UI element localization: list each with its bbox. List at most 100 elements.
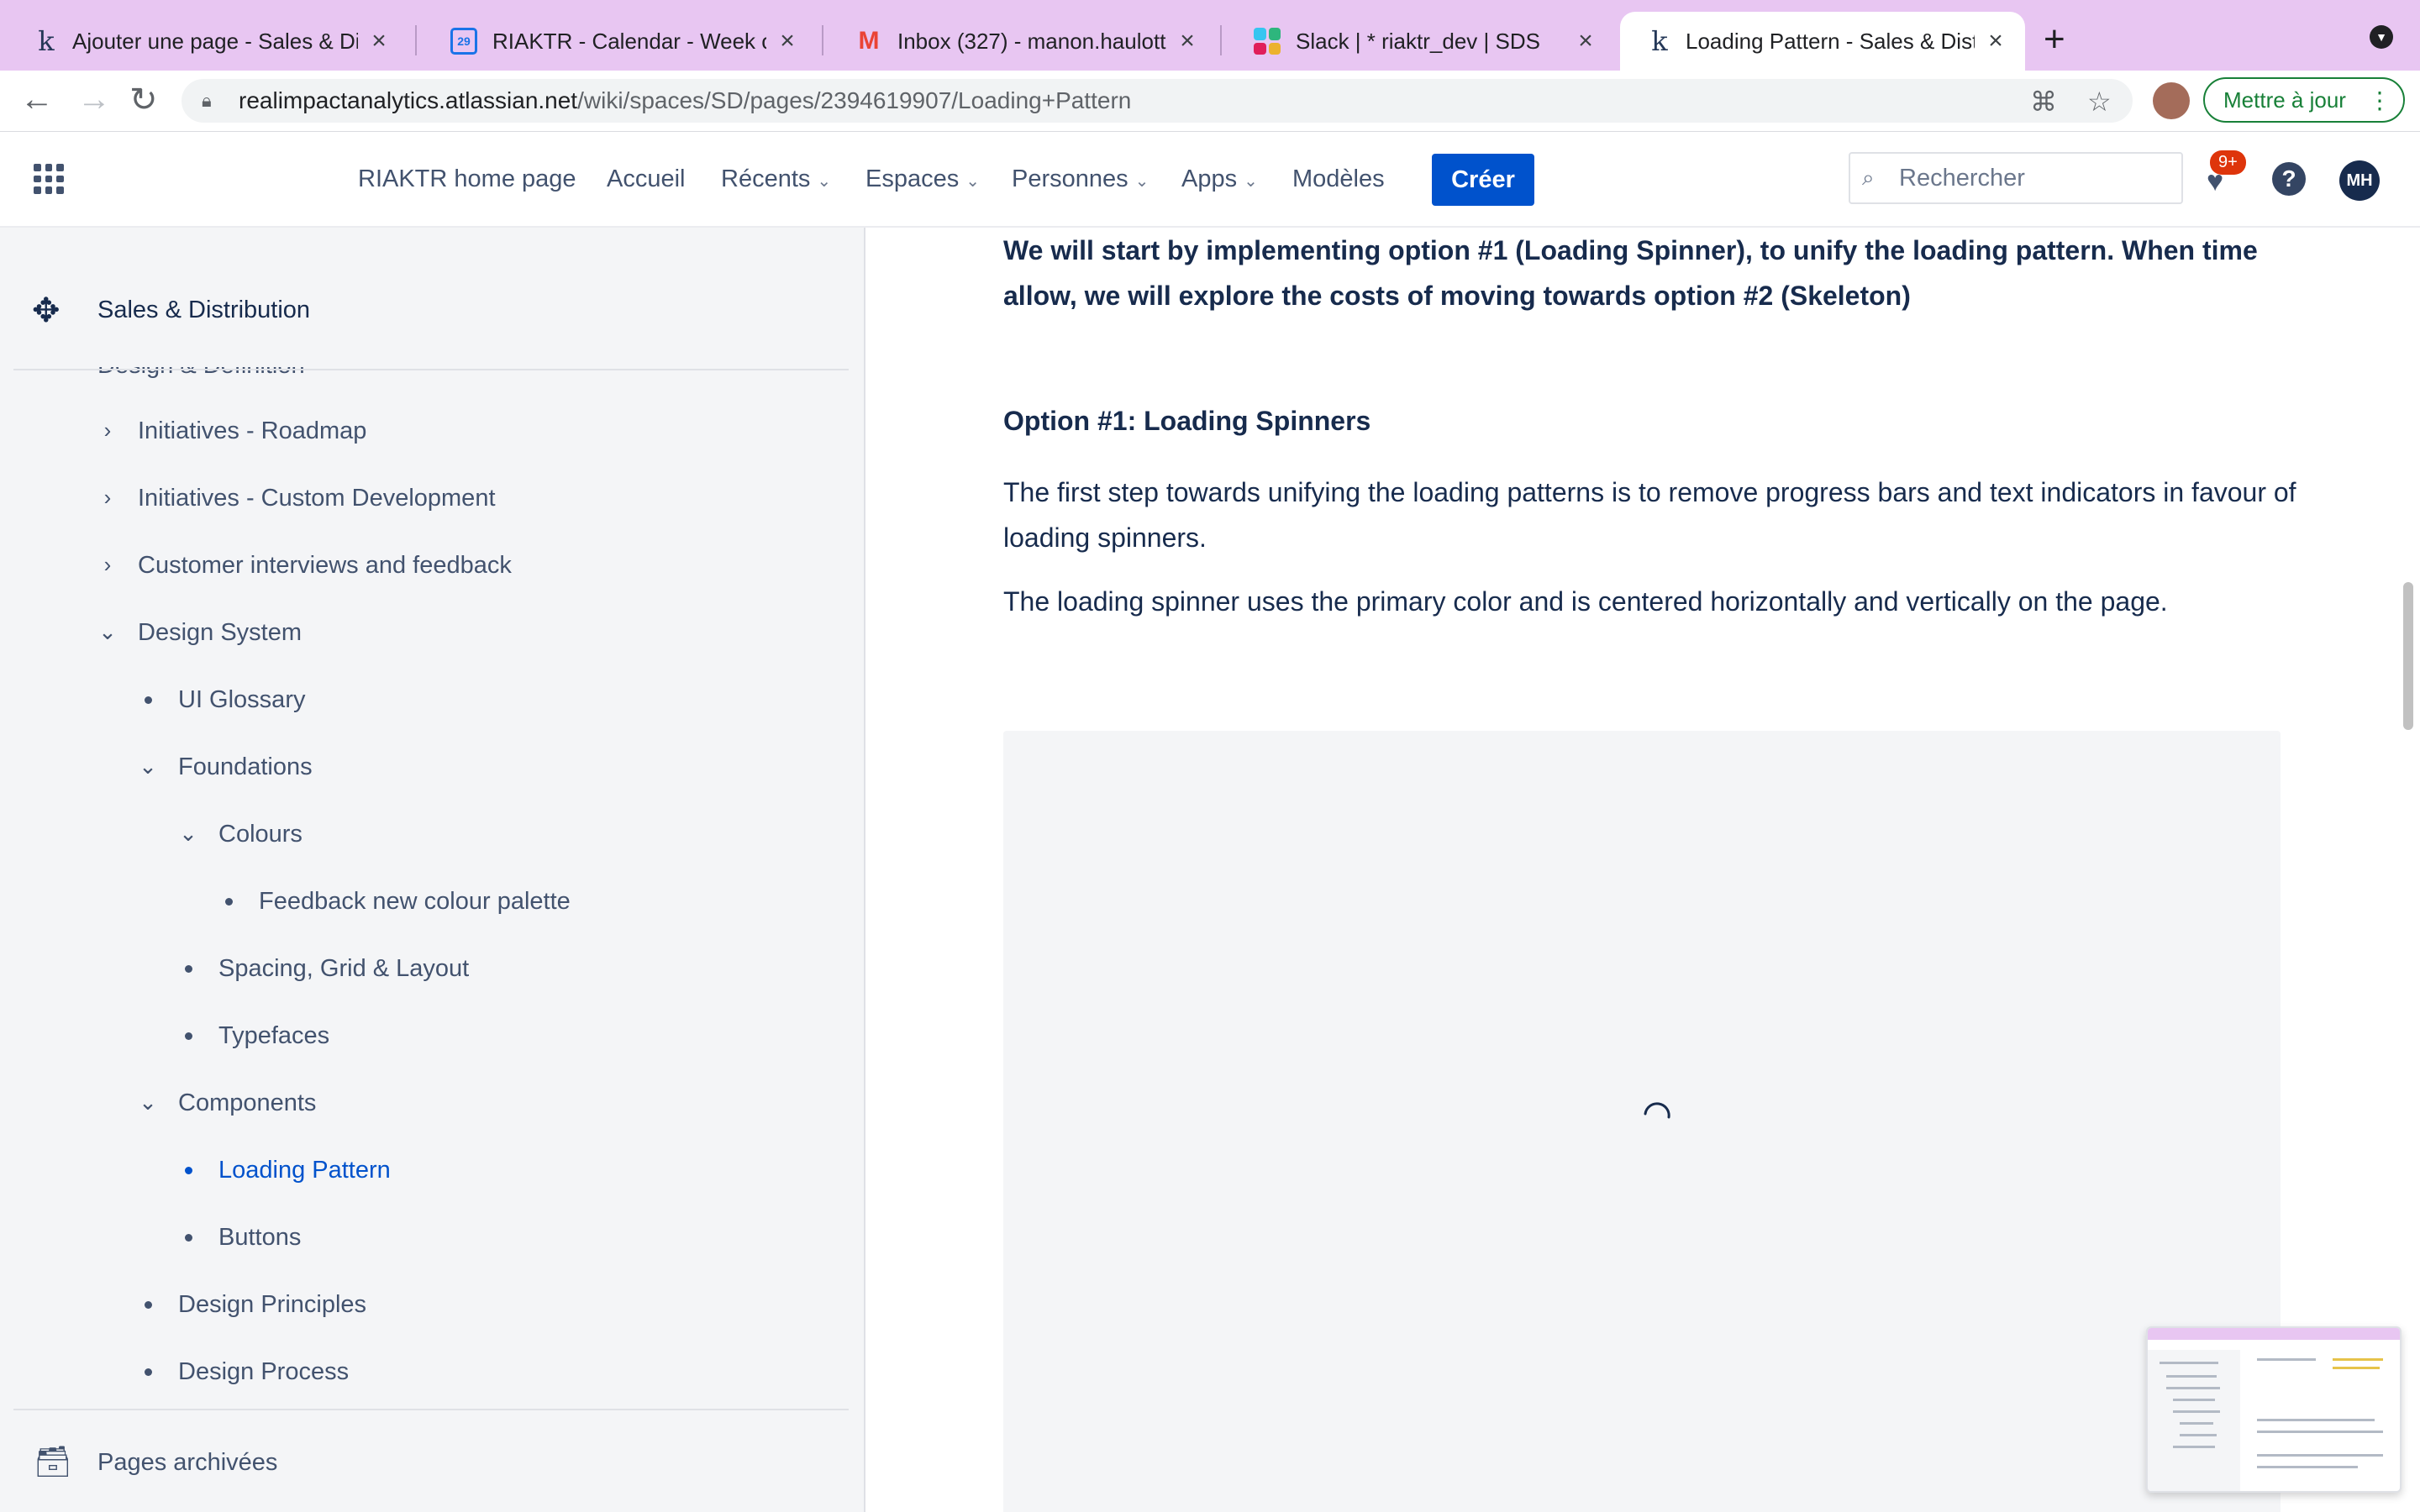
url-host: realimpactanalytics.atlassian.net [239,87,578,113]
chevron-down-icon[interactable]: ⌄ [138,1089,158,1116]
reload-icon[interactable]: ↻ [129,81,158,119]
star-icon[interactable]: ☆ [2087,86,2112,118]
bullet-icon [185,1167,192,1174]
sidebar-item-label: Design Process [178,1358,350,1385]
profile-avatar[interactable] [2153,82,2190,119]
tab-title: Inbox (327) - manon.haulotte@ [897,28,1166,54]
nav-personnes[interactable]: Personnes ⌄ [1012,165,1149,193]
sidebar-item-typefaces[interactable]: Typefaces [185,1022,330,1050]
page-thumbnail-preview [2146,1326,2402,1493]
chevron-down-icon[interactable]: ⌄ [97,619,118,645]
tab-separator [822,25,823,55]
divider [13,1409,849,1410]
app-header: RIAKTR home page Accueil Récents ⌄ Espace… [0,132,2420,228]
close-icon[interactable]: × [1983,27,2008,55]
sidebar-item-customer-interviews[interactable]: › Customer interviews and feedback [104,552,512,580]
nav-espaces[interactable]: Espaces ⌄ [865,165,980,193]
search-placeholder: Rechercher [1899,164,2025,192]
archived-pages-link[interactable]: Pages archivées [97,1449,277,1477]
sidebar-item-label: Components [178,1089,317,1116]
update-button-label: Mettre à jour [2223,87,2346,113]
chevron-down-icon: ⌄ [965,172,980,191]
sidebar-item-design-system[interactable]: ⌄ Design System [98,619,302,647]
chevron-right-icon[interactable]: › [97,417,118,444]
sidebar-item-label: Initiatives - Roadmap [138,417,367,444]
nav-modeles[interactable]: Modèles [1292,165,1385,193]
gmail-icon: M [858,27,880,55]
nav-accueil[interactable]: Accueil [607,165,686,193]
space-name[interactable]: Sales & Distribution [97,297,310,324]
more-icon: ⋮ [2368,87,2391,113]
tab-separator [1220,25,1222,55]
sidebar-item-spacing-grid-layout[interactable]: Spacing, Grid & Layout [185,955,470,983]
browser-tab-active[interactable]: k Loading Pattern - Sales & Distr × [1620,12,2025,71]
sidebar-item-label: UI Glossary [178,686,306,713]
new-tab-icon[interactable]: + [2044,18,2065,60]
browser-tab[interactable]: M Inbox (327) - manon.haulotte@ × [827,12,1217,71]
nav-recents[interactable]: Récents ⌄ [721,165,831,193]
chevron-down-icon: ⌄ [1134,172,1150,191]
sidebar-item-design-process[interactable]: Design Process [145,1358,350,1386]
help-icon[interactable]: ? [2272,162,2306,196]
loading-example-image [1003,731,2281,1512]
update-button[interactable]: Mettre à jour ⋮ [2203,77,2405,123]
sidebar-item-ui-glossary[interactable]: UI Glossary [145,686,306,714]
chevron-down-icon: ⌄ [817,172,832,191]
browser-tab[interactable]: k Ajouter une page - Sales & Dis × [7,12,408,71]
app-switcher-icon[interactable] [34,164,64,194]
sidebar-item-initiatives-roadmap[interactable]: › Initiatives - Roadmap [104,417,367,445]
sidebar-item-label: Foundations [178,753,313,780]
chevron-down-icon[interactable]: ⌄ [178,821,198,847]
nav-apps[interactable]: Apps ⌄ [1181,165,1258,193]
bullet-icon [145,696,152,704]
nav-home[interactable]: RIAKTR home page [358,165,576,193]
notification-badge: 9+ [2210,150,2246,175]
forward-icon[interactable]: → [77,81,111,118]
chevron-right-icon[interactable]: › [97,485,118,511]
sidebar-item-feedback-colour-palette[interactable]: Feedback new colour palette [225,888,571,916]
user-avatar[interactable]: MH [2339,160,2380,201]
sidebar-item-foundations[interactable]: ⌄ Foundations [139,753,313,781]
tab-title: Loading Pattern - Sales & Distr [1686,28,1975,54]
tab-title: RIAKTR - Calendar - Week of J [492,28,766,54]
slack-icon [1254,28,1281,55]
search-input[interactable]: ⌕ Rechercher [1849,152,2183,204]
close-icon[interactable]: × [366,27,392,55]
back-icon[interactable]: ← [20,81,54,118]
sidebar-item-loading-pattern[interactable]: Loading Pattern [185,1157,391,1184]
sidebar-item-components[interactable]: ⌄ Components [139,1089,317,1117]
paragraph: The loading spinner uses the primary col… [1003,586,2168,617]
sidebar-item-label: Initiatives - Custom Development [138,485,496,512]
tab-separator [415,25,417,55]
sidebar-item-initiatives-custom-development[interactable]: › Initiatives - Custom Development [104,485,496,512]
create-button[interactable]: Créer [1432,154,1534,206]
sidebar-item-buttons[interactable]: Buttons [185,1224,301,1252]
chevron-down-icon: ⌄ [1244,172,1258,191]
bullet-icon [145,1301,152,1309]
tab-title: Ajouter une page - Sales & Dis [72,28,358,54]
close-icon[interactable]: × [1175,27,1200,55]
browser-tab[interactable]: 29 RIAKTR - Calendar - Week of J × [422,12,817,71]
chevron-down-icon[interactable]: ⌄ [138,753,158,780]
close-icon[interactable]: × [1573,27,1598,55]
chevron-right-icon[interactable]: › [97,552,118,578]
sidebar-item-colours[interactable]: ⌄ Colours [179,821,302,848]
bullet-icon [225,898,233,906]
url-text: realimpactanalytics.atlassian.net/wiki/s… [239,87,1131,114]
sidebar-item-label: Loading Pattern [218,1157,391,1184]
space-header: ✥ Sales & Distribution [0,228,864,367]
close-icon[interactable]: × [775,27,800,55]
sidebar-item-label: Spacing, Grid & Layout [218,955,470,982]
scrollbar[interactable] [2403,582,2413,730]
address-bar[interactable]: 🔒︎ realimpactanalytics.atlassian.net/wik… [182,79,2133,123]
k-icon: k [38,25,55,57]
browser-tab[interactable]: Slack | * riaktr_dev | SDS × [1225,12,1615,71]
sidebar-item-design-principles[interactable]: Design Principles [145,1291,366,1319]
nav-apps-label: Apps [1181,165,1238,192]
lead-paragraph: We will start by implementing option #1 … [1003,235,2258,311]
space-icon: ✥ [32,292,60,329]
translate-icon[interactable]: ⌘ [2030,86,2057,118]
tab-search-icon[interactable]: ▼ [2370,25,2393,49]
nav-personnes-label: Personnes [1012,165,1128,192]
sidebar-item-label: Typefaces [218,1022,330,1049]
